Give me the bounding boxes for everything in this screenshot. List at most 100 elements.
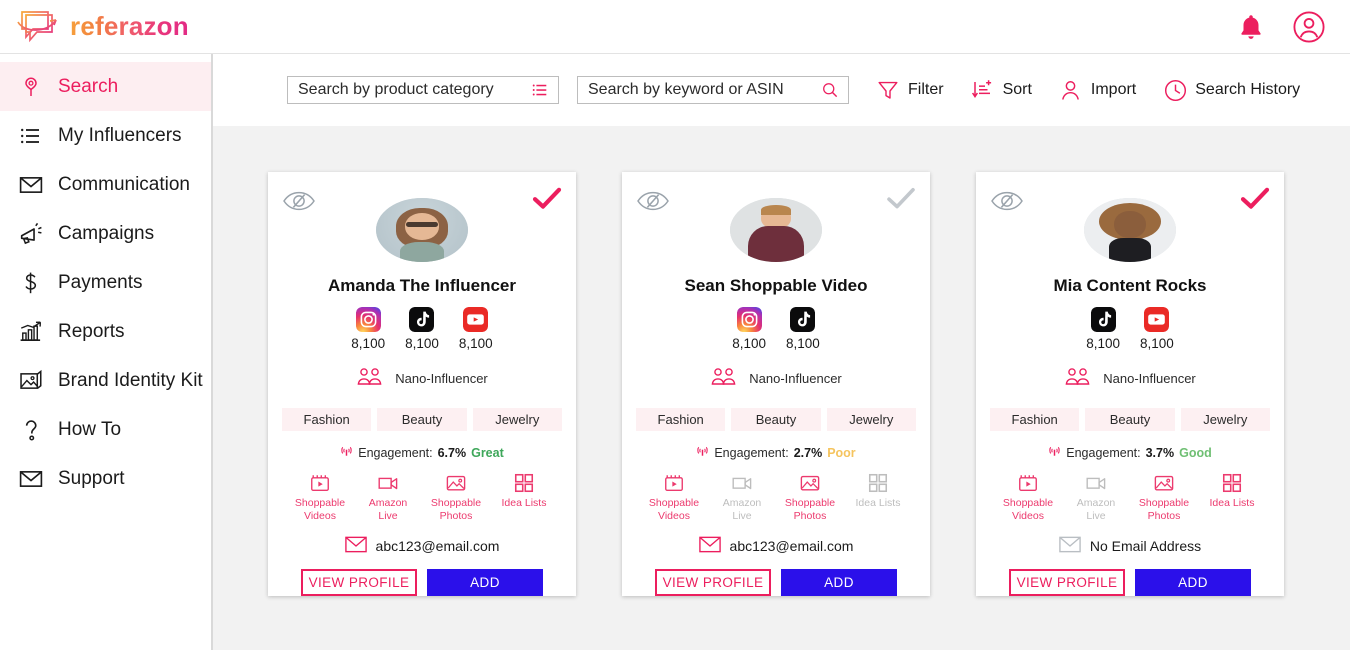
sidebar-item-payments[interactable]: Payments <box>0 258 211 307</box>
feature-label: Shoppable Photos <box>784 497 836 522</box>
youtube-icon <box>1144 307 1170 333</box>
checkmark-icon[interactable] <box>886 186 916 212</box>
bell-icon[interactable] <box>1236 12 1266 42</box>
feature-shoppable-photos[interactable]: Shoppable Photos <box>430 472 482 522</box>
category-tag[interactable]: Jewelry <box>472 408 562 432</box>
envelope-icon <box>18 172 44 198</box>
eye-slash-icon[interactable] <box>636 188 670 214</box>
sidebar-item-label: Communication <box>58 173 190 195</box>
envelope-icon <box>344 536 367 556</box>
eye-slash-icon[interactable] <box>990 188 1024 214</box>
category-tag[interactable]: Fashion <box>282 408 372 432</box>
sort-label: Sort <box>1002 81 1032 98</box>
feature-shoppable-videos[interactable]: Shoppable Videos <box>294 472 346 522</box>
speech-bubble-arrow-logo-icon <box>14 7 60 47</box>
signal-icon <box>696 445 709 460</box>
feature-label: Amazon Live <box>722 497 762 522</box>
user-circle-icon[interactable] <box>1292 10 1326 44</box>
email-text: abc123@email.com <box>375 538 500 554</box>
sidebar-item-reports[interactable]: Reports <box>0 307 211 356</box>
search-history-button[interactable]: Search History <box>1162 77 1300 103</box>
feature-shoppable-videos[interactable]: Shoppable Videos <box>1002 472 1054 522</box>
import-button[interactable]: Import <box>1058 77 1136 103</box>
question-mark-icon <box>18 417 44 443</box>
add-button[interactable]: ADD <box>781 569 897 596</box>
search-toolbar: Search by product category Search by key… <box>213 54 1350 126</box>
add-button[interactable]: ADD <box>427 569 543 596</box>
video-play-icon <box>1016 472 1040 494</box>
eye-slash-icon[interactable] <box>282 188 316 214</box>
brand-logo[interactable]: referazon <box>14 7 189 47</box>
sidebar-item-brand-identity-kit[interactable]: Brand Identity Kit <box>0 356 211 405</box>
social-youtube[interactable]: 8,100 <box>1140 307 1174 351</box>
category-tag[interactable]: Jewelry <box>1180 408 1270 432</box>
social-tiktok[interactable]: 8,100 <box>786 307 820 351</box>
main-panel: Search by product category Search by key… <box>213 54 1350 650</box>
social-youtube[interactable]: 8,100 <box>459 307 493 351</box>
social-tiktok[interactable]: 8,100 <box>405 307 439 351</box>
filter-button[interactable]: Filter <box>875 77 944 103</box>
view-profile-button[interactable]: VIEW PROFILE <box>655 569 771 596</box>
influencer-name: Sean Shoppable Video <box>684 276 868 296</box>
sidebar-item-how-to[interactable]: How To <box>0 405 211 454</box>
avatar <box>730 198 822 263</box>
category-search-input[interactable]: Search by product category <box>287 76 559 104</box>
influencer-card: Sean Shoppable Video 8,100 8,100 Nano-Influ… <box>622 172 930 596</box>
sidebar-item-label: Support <box>58 467 125 489</box>
header-actions <box>1236 10 1326 44</box>
influencer-card: Mia Content Rocks 8,100 8,100 Nano-Influenc… <box>976 172 1284 596</box>
feature-amazon-live[interactable]: Amazon Live <box>362 472 414 522</box>
sort-button[interactable]: Sort <box>970 77 1032 103</box>
keyword-search-input[interactable]: Search by keyword or ASIN <box>577 76 849 104</box>
sidebar-item-my-influencers[interactable]: My Influencers <box>0 111 211 160</box>
checkmark-icon[interactable] <box>532 186 562 212</box>
checkmark-icon[interactable] <box>1240 186 1270 212</box>
tiktok-icon <box>409 307 435 333</box>
category-tag[interactable]: Beauty <box>1085 408 1175 432</box>
envelope-icon <box>698 536 721 556</box>
sidebar-item-support[interactable]: Support <box>0 454 211 503</box>
add-button[interactable]: ADD <box>1135 569 1251 596</box>
feature-idea-lists[interactable]: Idea Lists <box>1206 472 1258 522</box>
person-icon <box>1058 77 1084 103</box>
category-tag[interactable]: Beauty <box>731 408 821 432</box>
email-row[interactable]: abc123@email.com <box>344 536 500 556</box>
search-icon[interactable] <box>820 80 840 100</box>
category-tags: Fashion Beauty Jewelry <box>634 408 918 432</box>
sidebar-item-campaigns[interactable]: Campaigns <box>0 209 211 258</box>
grid-icon <box>866 472 890 494</box>
view-profile-button[interactable]: VIEW PROFILE <box>1009 569 1125 596</box>
email-row[interactable]: abc123@email.com <box>698 536 854 556</box>
feature-label: Shoppable Videos <box>1002 497 1054 522</box>
brand-name: referazon <box>70 11 189 41</box>
filter-label: Filter <box>908 81 944 98</box>
category-tag[interactable]: Jewelry <box>826 408 916 432</box>
category-tag[interactable]: Beauty <box>377 408 467 432</box>
view-profile-button[interactable]: VIEW PROFILE <box>301 569 417 596</box>
category-tag[interactable]: Fashion <box>990 408 1080 432</box>
sidebar-item-search[interactable]: Search <box>0 62 211 111</box>
feature-shoppable-photos[interactable]: Shoppable Photos <box>784 472 836 522</box>
category-tag[interactable]: Fashion <box>636 408 726 432</box>
video-camera-icon <box>376 472 400 494</box>
feature-shoppable-photos[interactable]: Shoppable Photos <box>1138 472 1190 522</box>
video-camera-icon <box>1084 472 1108 494</box>
sidebar-item-label: How To <box>58 418 122 440</box>
feature-amazon-live[interactable]: Amazon Live <box>716 472 768 522</box>
sidebar-item-communication[interactable]: Communication <box>0 160 211 209</box>
social-tiktok[interactable]: 8,100 <box>1086 307 1120 351</box>
email-text: abc123@email.com <box>729 538 854 554</box>
social-follower-count: 8,100 <box>1140 336 1174 352</box>
bar-chart-icon <box>18 319 44 345</box>
feature-idea-lists[interactable]: Idea Lists <box>498 472 550 522</box>
social-instagram[interactable]: 8,100 <box>732 307 766 351</box>
import-label: Import <box>1090 81 1137 98</box>
grid-icon <box>1220 472 1244 494</box>
social-instagram[interactable]: 8,100 <box>351 307 385 351</box>
feature-shoppable-videos[interactable]: Shoppable Videos <box>648 472 700 522</box>
feature-amazon-live[interactable]: Amazon Live <box>1070 472 1122 522</box>
list-lines-icon[interactable] <box>530 80 550 100</box>
feature-idea-lists[interactable]: Idea Lists <box>852 472 904 522</box>
sidebar-item-label: Brand Identity Kit <box>58 369 203 391</box>
funnel-icon <box>875 77 901 103</box>
